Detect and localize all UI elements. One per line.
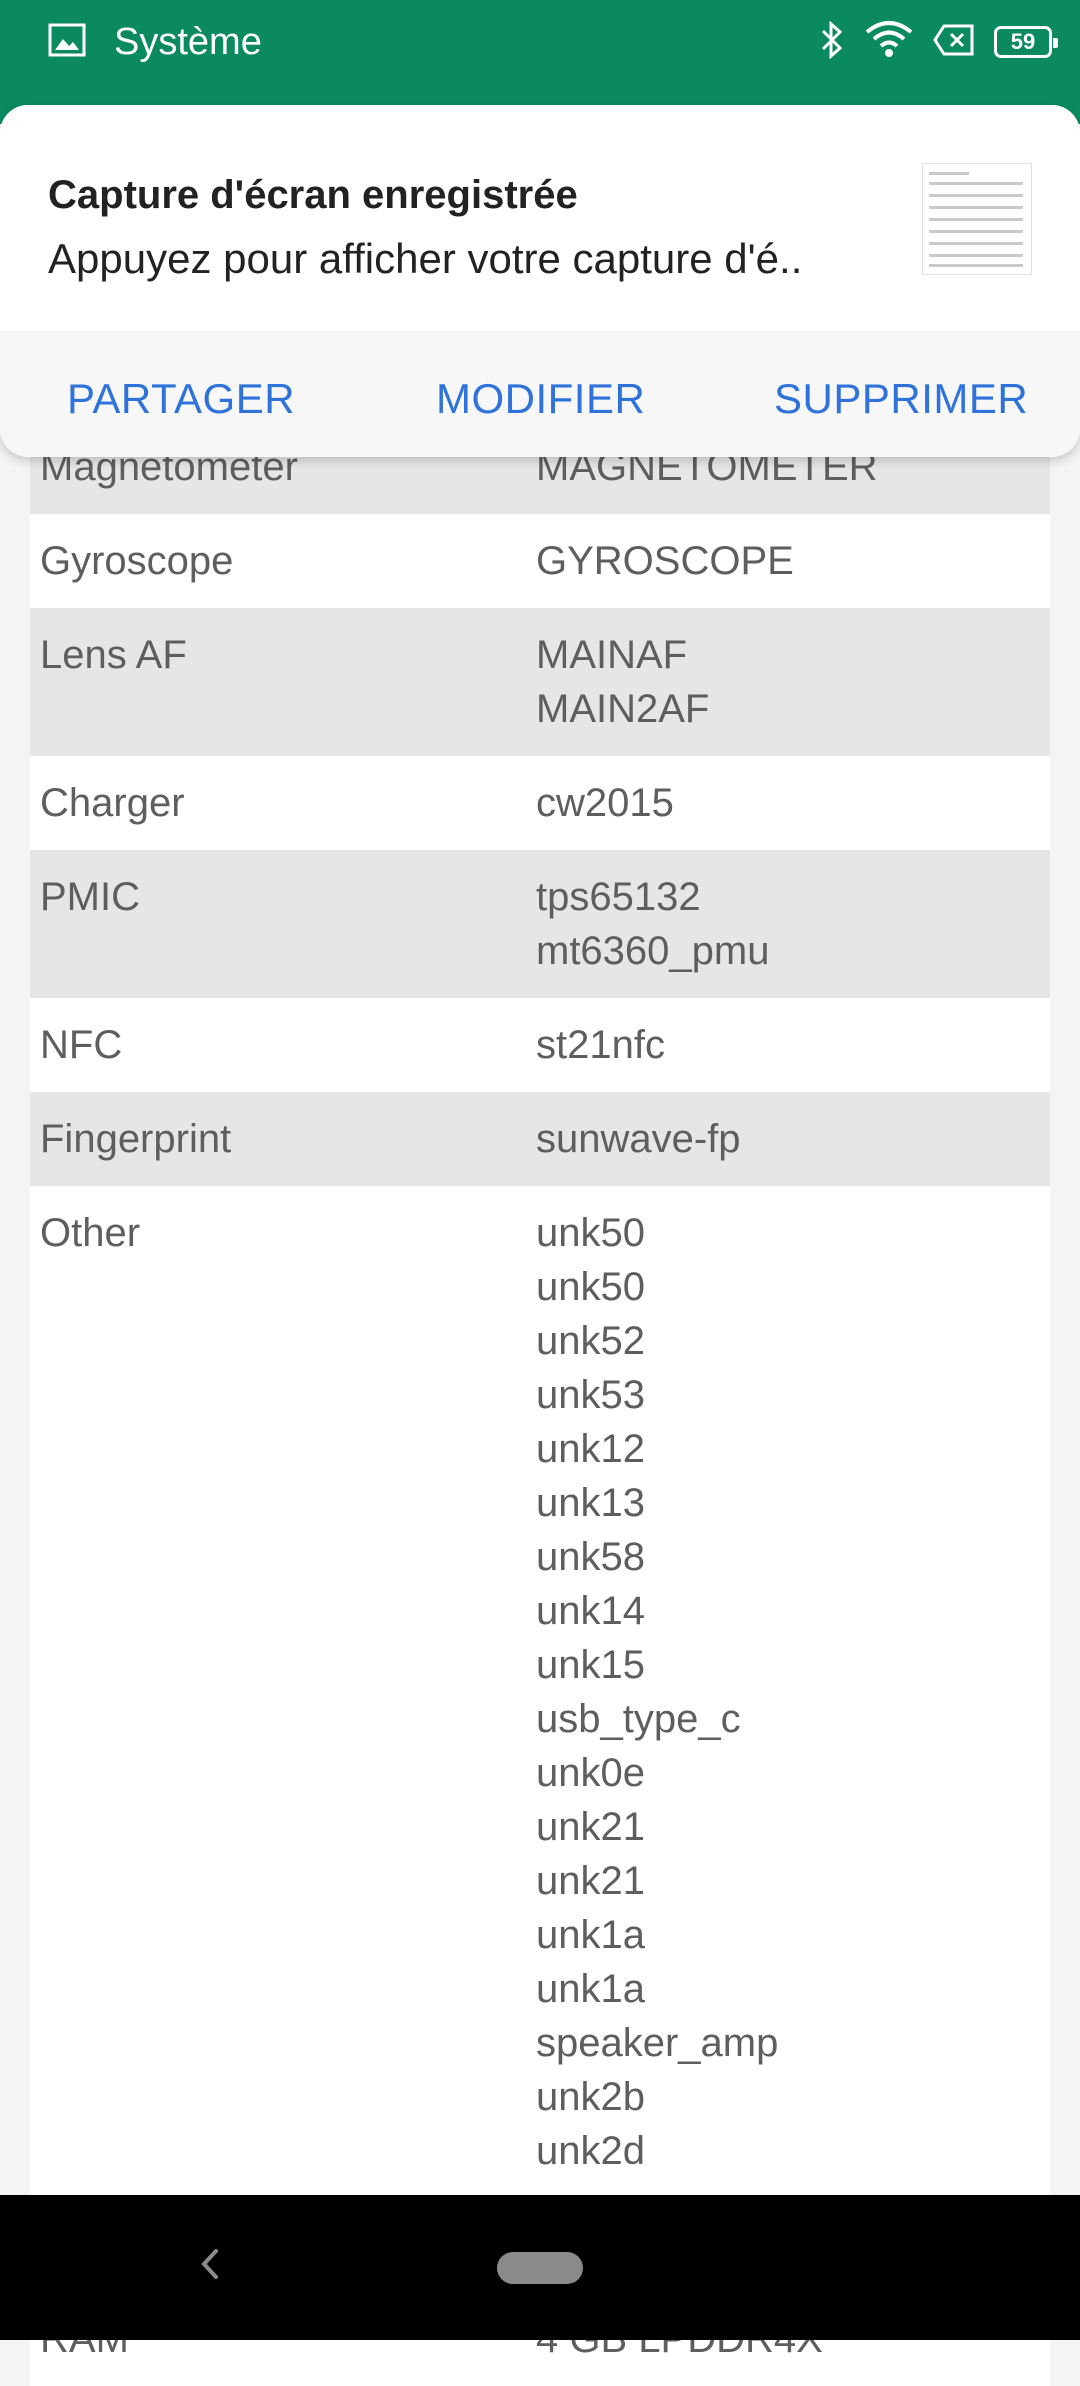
row-value: GYROSCOPE <box>536 539 794 583</box>
row-value: unk1a <box>536 1913 645 1957</box>
image-icon <box>48 23 86 62</box>
row-values: sunwave-fp <box>536 1112 1050 1166</box>
row-value: unk53 <box>536 1373 645 1417</box>
row-values: MAINAF MAIN2AF <box>536 628 1050 736</box>
status-bar-right: 59 <box>818 18 1058 66</box>
row-value: unk2b <box>536 2075 645 2119</box>
row-label: Charger <box>40 781 185 825</box>
row-value: sunwave-fp <box>536 1117 741 1161</box>
row-value: unk12 <box>536 1427 645 1471</box>
no-sim-icon <box>932 23 976 62</box>
row-label: NFC <box>40 1023 123 1067</box>
row-values: cw2015 <box>536 776 1050 830</box>
notification-title: Capture d'écran enregistrée <box>48 173 578 217</box>
row-label: Lens AF <box>40 633 187 677</box>
table-row: Lens AF MAINAF MAIN2AF <box>30 608 1050 756</box>
row-values: tps65132 mt6360_pmu <box>536 870 1050 978</box>
row-value: unk14 <box>536 1589 645 1633</box>
row-label: PMIC <box>40 875 140 919</box>
notification-text: Appuyez pour afficher votre capture d'é.… <box>48 235 803 282</box>
row-value: unk13 <box>536 1481 645 1525</box>
battery-icon: 59 <box>994 26 1058 58</box>
row-label: Other <box>40 1211 141 1255</box>
share-button[interactable]: PARTAGER <box>67 375 295 423</box>
row-values: unk50 unk50 unk52 unk53 unk12 unk13 unk58 unk14… <box>536 1206 1050 2178</box>
row-value: MAIN2AF <box>536 687 710 731</box>
row-value: unk2d <box>536 2129 645 2173</box>
row-value: unk58 <box>536 1535 645 1579</box>
row-value: cw2015 <box>536 781 674 825</box>
row-value: MAINAF <box>536 633 688 677</box>
table-row: Other unk50 unk50 unk52 unk53 unk12 unk13 unk58… <box>30 1186 1050 2198</box>
row-values: GYROSCOPE <box>536 534 1050 588</box>
edit-button[interactable]: MODIFIER <box>436 375 645 423</box>
notification-body[interactable]: Capture d'écran enregistrée Appuyez pour… <box>0 105 1080 331</box>
row-value: tps65132 <box>536 875 701 919</box>
status-app-label: Système <box>114 20 262 63</box>
navigation-bar <box>0 2195 1080 2340</box>
back-icon[interactable] <box>190 2239 230 2289</box>
row-value: speaker_amp <box>536 2021 779 2065</box>
table-row: Gyroscope GYROSCOPE <box>30 514 1050 608</box>
row-value: unk21 <box>536 1805 645 1849</box>
status-bar-left: Système <box>48 18 262 66</box>
wifi-icon <box>864 20 914 65</box>
row-value: mt6360_pmu <box>536 929 770 973</box>
screenshot-thumbnail[interactable] <box>922 163 1032 275</box>
row-value: unk15 <box>536 1643 645 1687</box>
row-value: unk50 <box>536 1265 645 1309</box>
row-value: unk0e <box>536 1751 645 1795</box>
row-label: Gyroscope <box>40 539 234 583</box>
row-value: unk50 <box>536 1211 645 1255</box>
delete-button[interactable]: SUPPRIMER <box>774 375 1028 423</box>
home-pill[interactable] <box>497 2252 583 2284</box>
table-row: Charger cw2015 <box>30 756 1050 850</box>
bluetooth-icon <box>818 20 846 65</box>
row-value: unk1a <box>536 1967 645 2011</box>
row-label: Fingerprint <box>40 1117 232 1161</box>
row-value: usb_type_c <box>536 1697 741 1741</box>
row-value: unk52 <box>536 1319 645 1363</box>
status-bar: Système 59 <box>0 0 1080 84</box>
row-value: unk21 <box>536 1859 645 1903</box>
sensor-table: Magnetometer MAGNETOMETER Gyroscope GYROSCO… <box>30 420 1050 2386</box>
screenshot-notification[interactable]: Capture d'écran enregistrée Appuyez pour… <box>0 105 1080 457</box>
row-values: st21nfc <box>536 1018 1050 1072</box>
row-value: st21nfc <box>536 1023 665 1067</box>
table-row: Fingerprint sunwave-fp <box>30 1092 1050 1186</box>
notification-actions: PARTAGER MODIFIER SUPPRIMER <box>0 331 1080 457</box>
table-row: NFC st21nfc <box>30 998 1050 1092</box>
table-row: PMIC tps65132 mt6360_pmu <box>30 850 1050 998</box>
